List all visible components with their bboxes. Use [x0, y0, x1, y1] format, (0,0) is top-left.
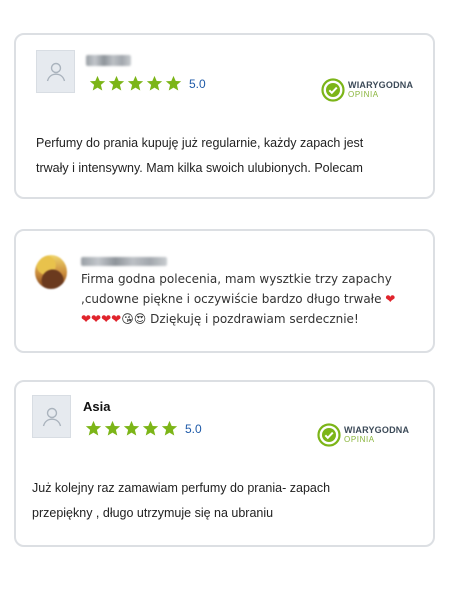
avatar	[32, 395, 71, 438]
heart-emoji: ❤	[385, 292, 396, 306]
review-card: Firma godna polecenia, mam wysztkie trzy…	[14, 229, 435, 353]
verified-badge: WIARYGODNA OPINIA	[321, 78, 413, 102]
user-silhouette-icon	[42, 407, 61, 426]
badge-sublabel: OPINIA	[348, 90, 379, 99]
review-text-line: trwały i intensywny. Mam kilka swoich ul…	[36, 161, 363, 175]
author-name-blurred	[86, 55, 131, 66]
star-icon	[127, 75, 144, 91]
review-text-line: Perfumy do prania kupuję już regularnie,…	[36, 136, 364, 150]
badge-label: WIARYGODNA	[344, 425, 410, 435]
hearts-emoji: ❤❤❤❤	[81, 312, 122, 326]
star-icon	[85, 420, 102, 436]
rating-value: 5.0	[189, 76, 206, 91]
review-text-line: Dziękuję i pozdrawiam serdecznie!	[150, 312, 359, 326]
review-text: Perfumy do prania kupuję już regularnie,…	[36, 131, 363, 181]
verified-badge: WIARYGODNA OPINIA	[317, 423, 409, 447]
star-icon	[146, 75, 163, 91]
review-text-line: ,cudowne piękne i oczywiście bardzo dług…	[81, 292, 382, 306]
review-text-line: przepiękny , długo utrzymuje się na ubra…	[32, 506, 274, 520]
verified-check-icon	[321, 78, 345, 102]
review-text: Już kolejny raz zamawiam perfumy do pran…	[32, 476, 330, 526]
star-icon	[123, 420, 140, 436]
star-icon	[104, 420, 121, 436]
star-rating: 5.0	[89, 75, 206, 92]
star-icon	[108, 75, 125, 91]
verified-check-icon	[317, 423, 341, 447]
star-icon	[161, 420, 178, 436]
star-icon	[142, 420, 159, 436]
face-emojis: 😘😍	[121, 312, 147, 326]
avatar	[36, 50, 75, 93]
author-name: Asia	[83, 399, 111, 414]
badge-label: WIARYGODNA	[348, 80, 414, 90]
star-rating: 5.0	[85, 420, 202, 437]
avatar	[35, 255, 67, 289]
review-text: Firma godna polecenia, mam wysztkie trzy…	[81, 269, 426, 329]
badge-sublabel: OPINIA	[344, 435, 375, 444]
star-icon	[165, 75, 182, 91]
review-card: 5.0 WIARYGODNA OPINIA Perfumy do prania …	[14, 33, 435, 199]
review-text-line: Firma godna polecenia, mam wysztkie trzy…	[81, 272, 392, 286]
author-name-blurred	[81, 257, 167, 266]
star-icon	[89, 75, 106, 91]
review-card: Asia 5.0 WIARYGODNA OPINIA Już kolejny r…	[14, 380, 435, 547]
user-silhouette-icon	[46, 62, 65, 81]
review-text-line: Już kolejny raz zamawiam perfumy do pran…	[32, 481, 331, 495]
rating-value: 5.0	[185, 421, 202, 436]
